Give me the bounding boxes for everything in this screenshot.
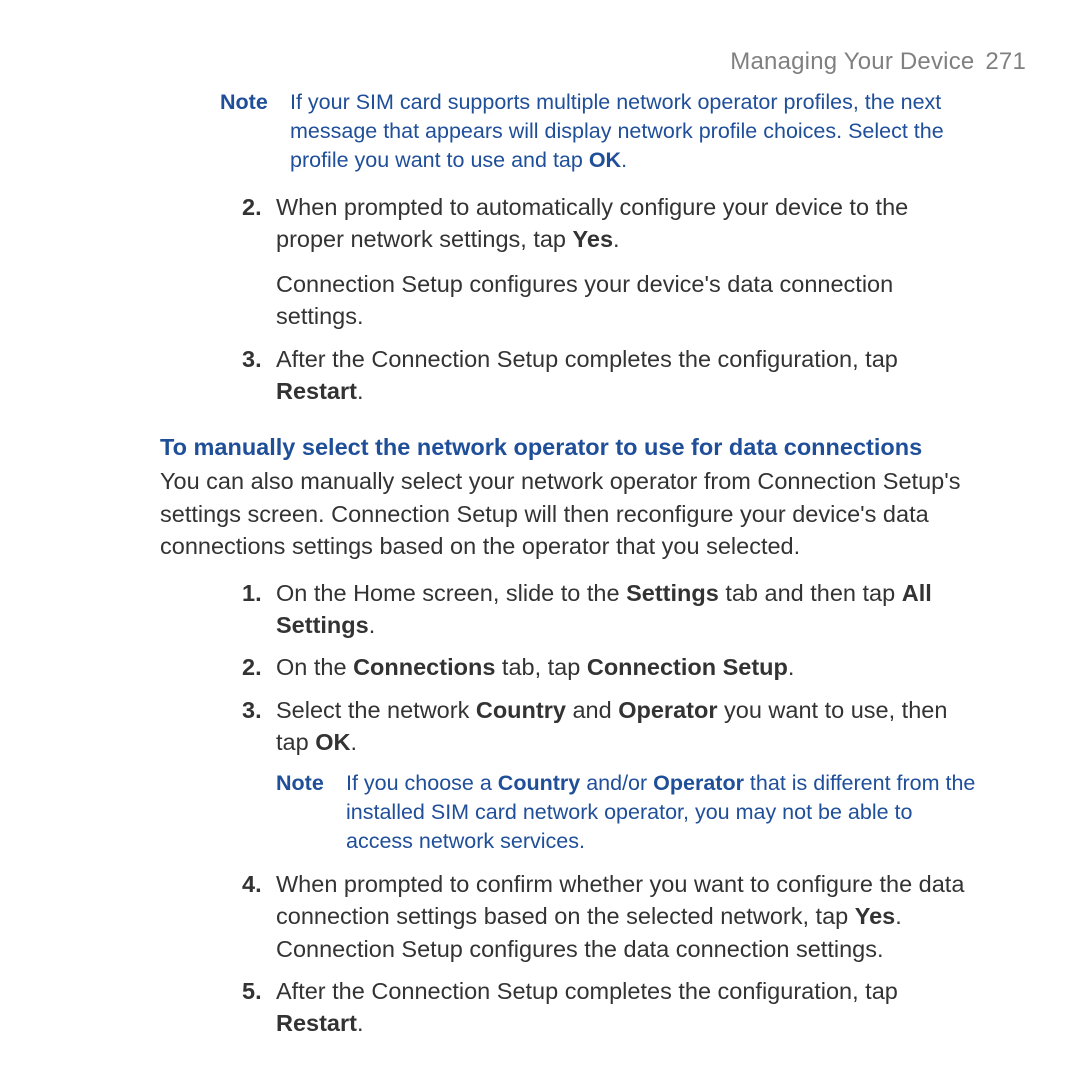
s2-mid: tab, tap xyxy=(495,654,586,680)
s3-pre: Select the network xyxy=(276,697,476,723)
list1-item2-follow: Connection Setup configures your device'… xyxy=(276,268,980,333)
second-ordered-list: On the Home screen, slide to the Setting… xyxy=(60,577,1030,759)
page-section-title: Managing Your Device xyxy=(730,48,974,75)
list2-step4: When prompted to confirm whether you wan… xyxy=(214,868,980,965)
first-ordered-list: When prompted to automatically configure… xyxy=(60,191,1030,408)
note-sim-profiles: Note If your SIM card supports multiple … xyxy=(220,88,972,175)
note2-label: Note xyxy=(276,769,346,856)
list2-step5: After the Connection Setup completes the… xyxy=(214,975,980,1040)
note2-country-bold: Country xyxy=(498,771,580,795)
list1-item3-restart: Restart xyxy=(276,378,357,404)
s1-post: . xyxy=(369,612,376,638)
s5-pre: After the Connection Setup completes the… xyxy=(276,978,898,1004)
list1-item2-yes: Yes xyxy=(573,226,614,252)
s4-follow: Connection Setup configures the data con… xyxy=(276,936,884,962)
note2-text: If you choose a Country and/or Operator … xyxy=(346,769,980,856)
s3-ok-bold: OK xyxy=(315,729,350,755)
s4-yes-bold: Yes xyxy=(855,903,896,929)
s1-settings-bold: Settings xyxy=(626,580,719,606)
second-ordered-list-cont: When prompted to confirm whether you wan… xyxy=(60,868,1030,1040)
page-number: 271 xyxy=(985,48,1026,75)
note-country-operator: Note If you choose a Country and/or Oper… xyxy=(276,769,980,856)
note2-t1: If you choose a xyxy=(346,771,498,795)
s1-pre: On the Home screen, slide to the xyxy=(276,580,626,606)
list2-step3: Select the network Country and Operator … xyxy=(214,694,980,759)
list1-item3: After the Connection Setup completes the… xyxy=(214,343,980,408)
note1-text-post: . xyxy=(621,148,627,172)
s4-post: . xyxy=(895,903,902,929)
note-label: Note xyxy=(220,88,290,175)
s1-mid: tab and then tap xyxy=(719,580,902,606)
s5-restart-bold: Restart xyxy=(276,1010,357,1036)
document-page: Managing Your Device 271 Note If your SI… xyxy=(0,0,1080,1040)
s3-mid: and xyxy=(566,697,618,723)
note2-t2: and/or xyxy=(580,771,653,795)
page-header: Managing Your Device 271 xyxy=(60,48,1026,76)
list1-item2-post: . xyxy=(613,226,620,252)
s2-pre: On the xyxy=(276,654,353,680)
note1-ok-bold: OK xyxy=(589,148,621,172)
section-heading: To manually select the network operator … xyxy=(160,432,980,464)
list1-item3-post: . xyxy=(357,378,364,404)
section-paragraph: You can also manually select your networ… xyxy=(160,465,980,562)
note-text: If your SIM card supports multiple netwo… xyxy=(290,88,972,175)
list1-item2: When prompted to automatically configure… xyxy=(214,191,980,333)
s5-post: . xyxy=(357,1010,364,1036)
s3-country-bold: Country xyxy=(476,697,566,723)
s2-connsetup-bold: Connection Setup xyxy=(587,654,788,680)
s3-post: . xyxy=(350,729,357,755)
s2-connections-bold: Connections xyxy=(353,654,495,680)
s2-post: . xyxy=(788,654,795,680)
s3-operator-bold: Operator xyxy=(618,697,717,723)
list2-step2: On the Connections tab, tap Connection S… xyxy=(214,651,980,683)
list1-item3-pre: After the Connection Setup completes the… xyxy=(276,346,898,372)
note2-operator-bold: Operator xyxy=(653,771,744,795)
list2-step1: On the Home screen, slide to the Setting… xyxy=(214,577,980,642)
